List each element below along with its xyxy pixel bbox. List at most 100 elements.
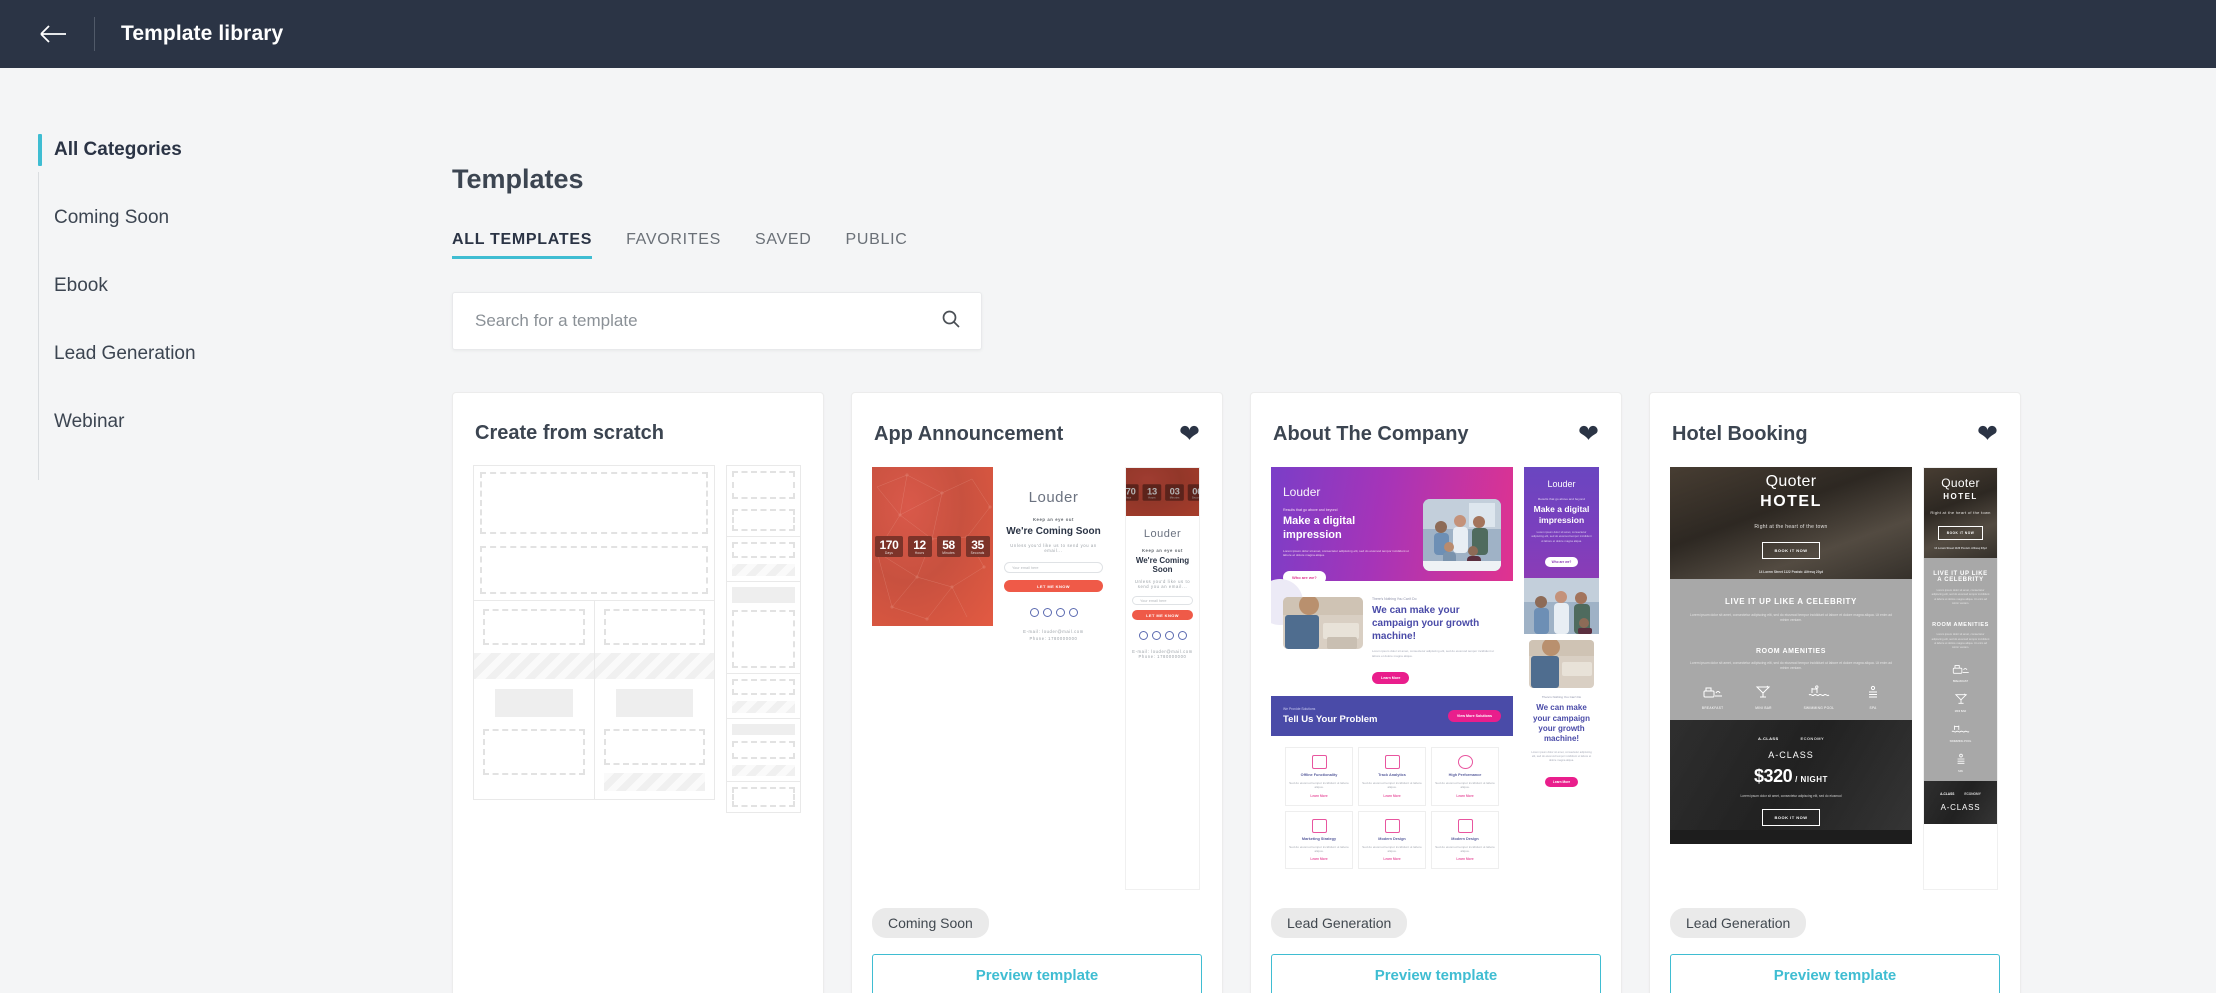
- section-cta-button[interactable]: Learn More: [1544, 777, 1579, 788]
- favorite-heart-icon[interactable]: ❤: [1179, 422, 1200, 447]
- room-tab-a-class[interactable]: A-CLASS: [1758, 736, 1779, 741]
- preview-template-button[interactable]: Preview template: [1670, 954, 2000, 993]
- room-price-unit: / NIGHT: [1795, 774, 1828, 784]
- book-now-button[interactable]: BOOK IT NOW: [1937, 526, 1984, 540]
- footer-phone: Phone: 1780000000: [1138, 654, 1187, 659]
- cta-button[interactable]: LET ME KNOW: [1132, 610, 1193, 620]
- section-photo: [1529, 639, 1594, 688]
- instagram-icon[interactable]: [1055, 608, 1065, 617]
- room-tab-economy[interactable]: ECONOMY: [1801, 736, 1824, 741]
- swimming-pool-icon: [1808, 685, 1830, 696]
- sidebar-item-ebook[interactable]: Ebook: [0, 252, 452, 320]
- sidebar: All Categories Coming Soon Ebook Lead Ge…: [0, 68, 452, 993]
- template-card-hotel-booking[interactable]: Hotel Booking ❤ Quoter HOTEL Right at th…: [1649, 392, 2021, 993]
- feature-link[interactable]: Learn More: [1310, 794, 1327, 798]
- feature-link[interactable]: Learn More: [1456, 857, 1473, 861]
- section-body: Lorem ipsum dolor sit amet, consectetur …: [1689, 613, 1893, 623]
- status-badge: Coming Soon: [872, 908, 989, 938]
- section-cta-button[interactable]: Learn More: [1372, 672, 1410, 684]
- facebook-icon[interactable]: [1029, 608, 1039, 617]
- tab-saved[interactable]: SAVED: [755, 231, 812, 259]
- feature-link[interactable]: Learn More: [1383, 794, 1400, 798]
- sidebar-item-lead-generation[interactable]: Lead Generation: [0, 320, 452, 388]
- tagline: Right at the heart of the town: [1754, 523, 1828, 530]
- sidebar-item-coming-soon[interactable]: Coming Soon: [0, 184, 452, 252]
- band-headline: Tell Us Your Problem: [1283, 714, 1378, 725]
- search-icon[interactable]: [941, 309, 961, 334]
- section-headline: We can make your campaign your growth ma…: [1533, 703, 1590, 744]
- band-cta-button[interactable]: View More Solutions: [1447, 710, 1501, 722]
- amenity-item: SPA: [1866, 685, 1880, 710]
- feature-card: Track Analytics Sed do eiusmod tempor in…: [1358, 747, 1426, 806]
- template-card-app-announcement[interactable]: App Announcement ❤ 170 Days 12 Hours 58 …: [851, 392, 1223, 993]
- countdown-cell: 58 Minutes: [936, 536, 961, 557]
- room-name: A-CLASS: [1940, 802, 1981, 812]
- sidebar-item-webinar[interactable]: Webinar: [0, 388, 452, 456]
- template-card-about-the-company[interactable]: About The Company ❤ Louder Results that …: [1250, 392, 1622, 993]
- social-icons: [1132, 631, 1193, 640]
- sidebar-item-label: Coming Soon: [54, 207, 170, 228]
- section-title: ROOM AMENITIES: [1932, 622, 1989, 629]
- tab-favorites[interactable]: FAVORITES: [626, 231, 721, 259]
- feature-body: Sed do eiusmod tempor incididunt ut labo…: [1289, 781, 1349, 790]
- breakfast-tray-icon: [1703, 687, 1722, 698]
- cta-button[interactable]: LET ME KNOW: [1004, 580, 1103, 592]
- desktop-wireframe-preview: [473, 465, 715, 993]
- feature-link[interactable]: Learn More: [1383, 857, 1400, 861]
- room-tab-a-class[interactable]: A-CLASS: [1940, 792, 1954, 796]
- facebook-icon[interactable]: [1138, 631, 1148, 640]
- sidebar-item-label: Ebook: [54, 275, 108, 296]
- twitter-icon[interactable]: [1042, 608, 1052, 617]
- amenity-label: BREAKFAST: [1952, 679, 1969, 683]
- preview-template-button[interactable]: Preview template: [1271, 954, 1601, 993]
- email-field[interactable]: Your email here: [1132, 596, 1193, 605]
- countdown-cell: 12 Hours: [907, 536, 932, 557]
- brand-logo: Louder: [1283, 485, 1321, 499]
- room-book-button[interactable]: BOOK IT NOW: [1762, 808, 1820, 826]
- hero-photo: [1423, 499, 1501, 571]
- amenity-item: SWIMMING POOL: [1804, 685, 1835, 710]
- headline: We're Coming Soon: [1006, 526, 1101, 537]
- instagram-icon[interactable]: [1164, 631, 1174, 640]
- feature-card: Marketing Strategy Sed do eiusmod tempor…: [1285, 810, 1353, 870]
- brand-subtitle: HOTEL: [1943, 492, 1978, 501]
- preview-template-button[interactable]: Preview template: [872, 954, 1202, 993]
- linkedin-icon[interactable]: [1177, 631, 1187, 640]
- feature-card: Modern Design Sed do eiusmod tempor inci…: [1358, 810, 1426, 870]
- amenity-item: SWIMMING POOL: [1950, 722, 1971, 743]
- section-body: Lorem ipsum dolor sit amet, consectetur …: [1372, 649, 1495, 658]
- desktop-preview: 170 Days 12 Hours 58 Minutes 35 Seconds …: [872, 467, 1114, 890]
- favorite-heart-icon[interactable]: ❤: [1977, 422, 1998, 447]
- favorite-heart-icon[interactable]: ❤: [1578, 422, 1599, 447]
- section-eyebrow: There's Nothing You Can't Do: [1372, 597, 1417, 601]
- tab-public[interactable]: PUBLIC: [846, 231, 908, 259]
- amenity-item: MINI BAR: [1755, 685, 1772, 710]
- footer-phone: Phone: 1780000000: [1029, 636, 1078, 641]
- section-title: LIVE IT UP LIKE A CELEBRITY: [1725, 597, 1857, 606]
- email-field[interactable]: Your email here: [1004, 562, 1103, 573]
- feature-card: High Performance Sed do eiusmod tempor i…: [1431, 747, 1499, 806]
- mobile-preview: Quoter HOTEL Right at the heart of the t…: [1923, 467, 1998, 890]
- amenity-item: SPA: [1955, 752, 1967, 773]
- hero-cta-button[interactable]: Who are we?: [1544, 556, 1579, 567]
- sidebar-item-label: Webinar: [54, 411, 125, 432]
- room-tab-economy[interactable]: ECONOMY: [1964, 792, 1980, 796]
- book-now-button[interactable]: BOOK IT NOW: [1762, 541, 1820, 559]
- template-card-create-from-scratch[interactable]: Create from scratch: [452, 392, 824, 993]
- sidebar-item-all-categories[interactable]: All Categories: [0, 116, 452, 184]
- brand-logo: Quoter: [1941, 476, 1980, 490]
- address: 14 Lorem Street 1122 Poststr. Alfresq 23…: [1758, 569, 1824, 574]
- twitter-icon[interactable]: [1151, 631, 1161, 640]
- section-headline: We can make your campaign your growth ma…: [1372, 605, 1480, 642]
- tab-all-templates[interactable]: ALL TEMPLATES: [452, 231, 593, 259]
- amenity-label: BREAKFAST: [1701, 705, 1724, 710]
- countdown-unit: Hours: [1148, 495, 1157, 499]
- feature-link[interactable]: Learn More: [1310, 857, 1327, 861]
- search-input[interactable]: [475, 311, 941, 331]
- linkedin-icon[interactable]: [1068, 608, 1078, 617]
- desktop-preview: Quoter HOTEL Right at the heart of the t…: [1670, 467, 1912, 890]
- feature-link[interactable]: Learn More: [1456, 794, 1473, 798]
- back-button[interactable]: [30, 11, 76, 57]
- search-bar[interactable]: [452, 292, 982, 350]
- amenity-label: MINI BAR: [1755, 705, 1772, 710]
